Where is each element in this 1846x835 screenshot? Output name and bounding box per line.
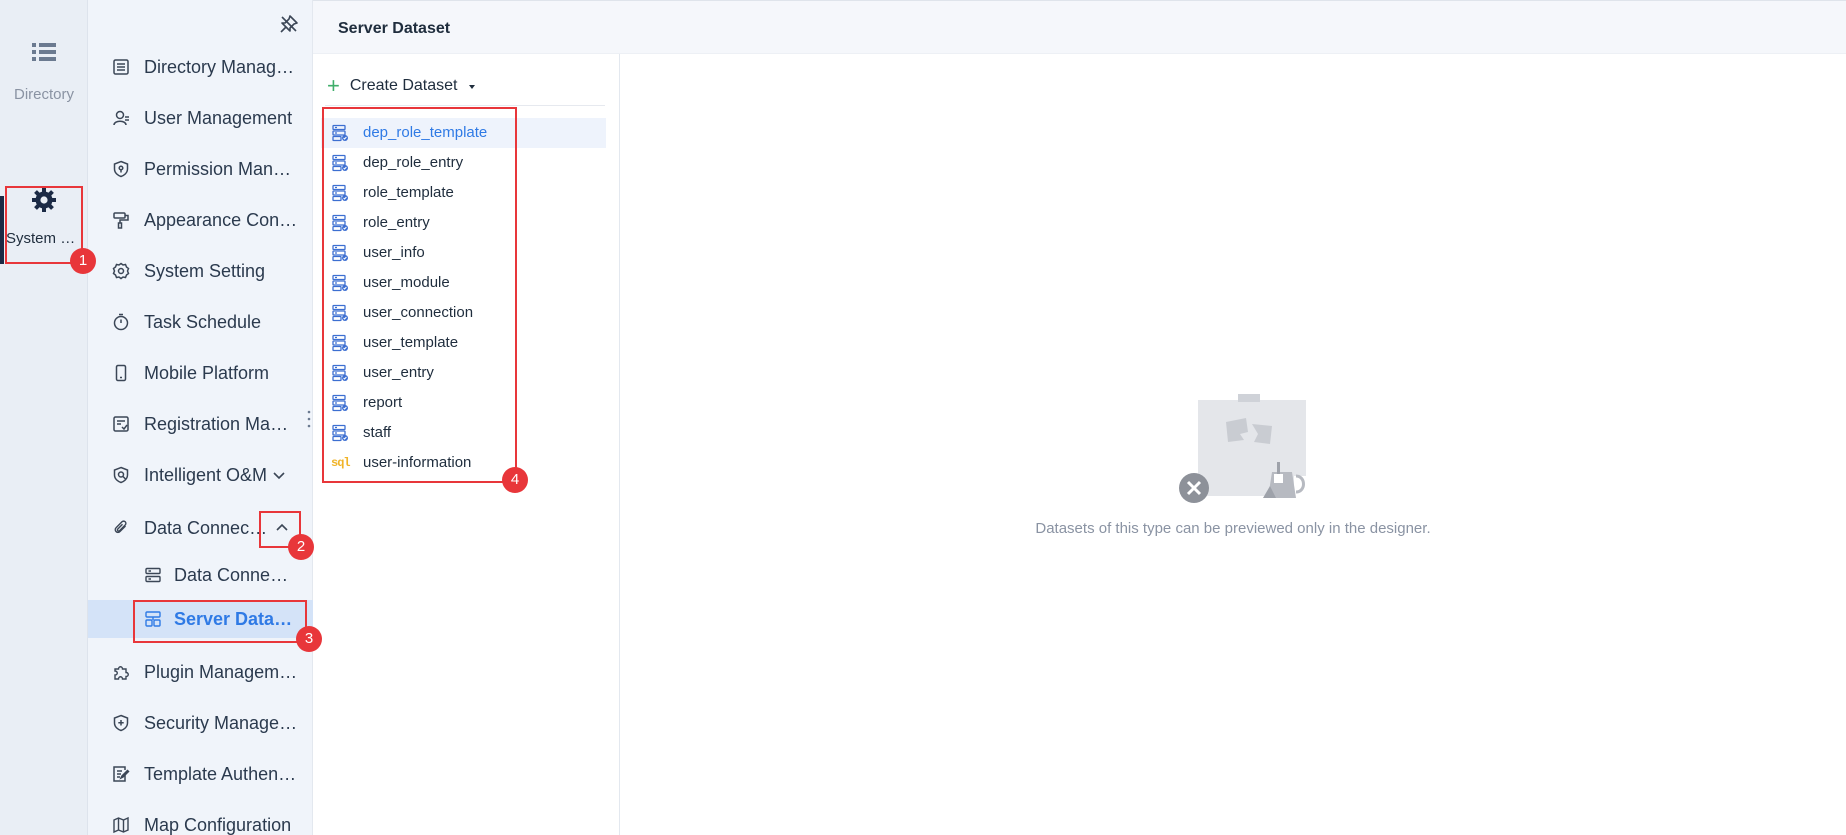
page-header: Server Dataset [313, 0, 1846, 54]
left-rail: Directory System Management [0, 0, 88, 835]
create-dataset-button[interactable]: + Create Dataset [325, 66, 605, 106]
unpin-icon[interactable] [278, 13, 300, 35]
preview-area: Datasets of this type can be previewed o… [620, 54, 1846, 835]
menu-item-permission-management[interactable]: Permission Management [88, 149, 313, 189]
menu-label: Directory Management [144, 56, 298, 77]
paint-roller-icon [113, 212, 129, 229]
menu-label: Data Connection Management [174, 564, 296, 585]
menu-label: Permission Management [144, 158, 298, 179]
map-icon [113, 816, 129, 834]
broken-image-illustration [1179, 394, 1306, 503]
gear-icon [112, 262, 130, 280]
menu-label: Intelligent O&M [144, 464, 268, 485]
menu-item-intelligent-om[interactable]: Intelligent O&M [88, 455, 313, 495]
puzzle-icon [114, 666, 129, 680]
menu-label: Data Connection [144, 517, 270, 538]
stopwatch-icon [113, 313, 129, 331]
template-auth-icon [113, 766, 130, 782]
om-icon [113, 466, 129, 484]
caret-down-icon[interactable] [467, 81, 477, 91]
menu-item-user-management[interactable]: User Management [88, 98, 313, 138]
menu-label: Mobile Platform [144, 362, 270, 383]
menu-item-registration-management[interactable]: Registration Management [88, 404, 313, 444]
paperclip-icon [114, 520, 127, 534]
menu-item-appearance-configuration[interactable]: Appearance Configuration [88, 200, 313, 240]
empty-state-message: Datasets of this type can be previewed o… [1035, 520, 1431, 537]
menu-label: Appearance Configuration [144, 209, 298, 230]
plus-icon: + [327, 72, 340, 98]
menu-item-system-setting[interactable]: System Setting [88, 251, 313, 291]
menu-item-directory-management[interactable]: Directory Management [88, 47, 313, 87]
menu-label: Registration Management [144, 413, 298, 434]
menu-label: User Management [144, 107, 293, 128]
shield-plus-icon [113, 714, 129, 732]
annotation-box-1 [5, 186, 83, 264]
menu-item-mobile-platform[interactable]: Mobile Platform [88, 353, 313, 393]
list-doc-icon [113, 59, 129, 75]
menu-label: Template Authentication [144, 763, 298, 784]
list-icon [32, 43, 56, 61]
menu-item-template-authentication[interactable]: Template Authentication [88, 754, 313, 794]
shield-lock-icon [113, 160, 129, 178]
menu-label: Plugin Management [144, 661, 298, 682]
menu-item-task-schedule[interactable]: Task Schedule [88, 302, 313, 342]
rail-label-directory: Directory [13, 86, 74, 103]
create-dataset-label: Create Dataset [349, 76, 458, 94]
user-icon [113, 110, 129, 126]
annotation-badge-2: 2 [288, 534, 314, 560]
page-title: Server Dataset [338, 20, 451, 37]
annotation-badge-3: 3 [296, 626, 322, 652]
submenu-panel: Directory Management User Management Per… [88, 0, 313, 835]
annotation-box-3 [133, 600, 307, 643]
mobile-icon [115, 364, 127, 382]
menu-label: Map Configuration [144, 814, 292, 835]
annotation-badge-1: 1 [70, 248, 96, 274]
server-icon [145, 567, 161, 583]
registration-icon [113, 416, 129, 432]
submenu-item-data-connection-management[interactable]: Data Connection Management [88, 555, 313, 595]
annotation-badge-4: 4 [502, 467, 528, 493]
menu-label: Task Schedule [144, 311, 262, 332]
menu-label: System Setting [144, 260, 266, 281]
menu-item-map-configuration[interactable]: Map Configuration [88, 805, 313, 835]
menu-item-plugin-management[interactable]: Plugin Management [88, 652, 313, 692]
chevron-down-icon[interactable] [271, 467, 287, 483]
rail-item-directory[interactable]: Directory [0, 38, 88, 103]
annotation-box-4 [322, 107, 517, 483]
menu-label: Security Management [144, 712, 298, 733]
menu-item-security-management[interactable]: Security Management [88, 703, 313, 743]
